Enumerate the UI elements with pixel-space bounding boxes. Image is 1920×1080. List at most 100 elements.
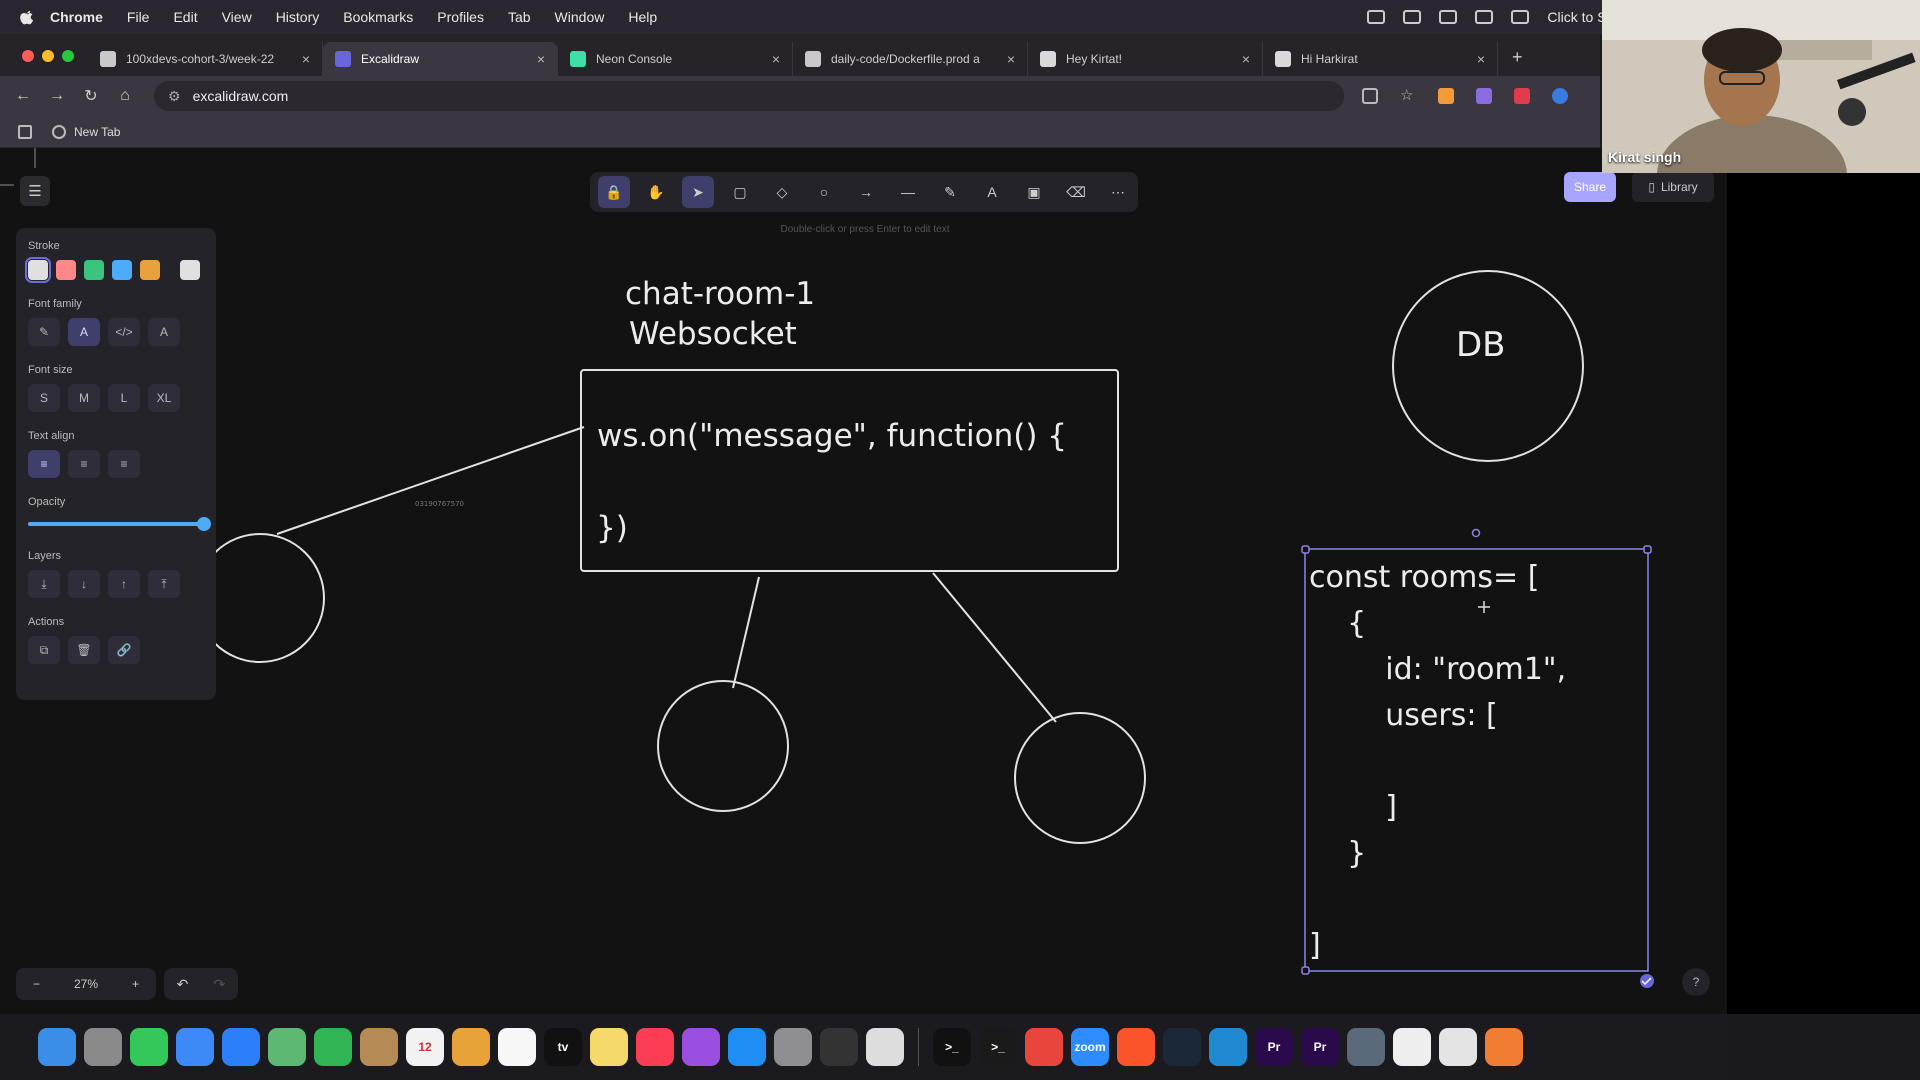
font-size-l[interactable]: L [108,384,140,412]
ws-close-brace[interactable]: }) [596,510,628,546]
white-app-dock-icon[interactable] [1439,1028,1477,1066]
db-label[interactable]: DB [1456,325,1506,365]
steam-dock-icon[interactable] [1163,1028,1201,1066]
connection-line[interactable] [276,426,585,535]
help-button[interactable]: ? [1682,968,1710,996]
vlc-dock-icon[interactable] [1393,1028,1431,1066]
terminal-dock-icon[interactable]: >_ [933,1028,971,1066]
stroke-color-swatch[interactable] [56,260,76,280]
bring-forward-icon[interactable]: ↑ [108,570,140,598]
text-tool-icon[interactable]: A [976,176,1008,208]
resize-handle[interactable] [1301,545,1310,554]
stroke-color-swatch[interactable] [84,260,104,280]
more-fonts-icon[interactable]: A [148,318,180,346]
photos-dock-icon[interactable] [452,1028,490,1066]
lock-tool-icon[interactable]: 🔒 [598,176,630,208]
resize-handle[interactable] [1643,545,1652,554]
client-circle-middle[interactable] [657,680,789,812]
activity-dock-icon[interactable] [820,1028,858,1066]
rooms-code-block[interactable]: const rooms= [ { id: "room1", users: [ ]… [1309,555,1566,969]
align-center-icon[interactable]: ≡ [68,450,100,478]
selection-tool-icon[interactable]: ➤ [682,176,714,208]
share-button[interactable]: Share [1564,172,1616,202]
font-size-xl[interactable]: XL [148,384,180,412]
duplicate-icon[interactable]: ⧉ [28,636,60,664]
premiere-2-dock-icon[interactable]: Pr [1301,1028,1339,1066]
client-circle-right[interactable] [1014,712,1146,844]
library-button[interactable]: ▯ Library [1632,172,1714,202]
font-size-m[interactable]: M [68,384,100,412]
align-right-icon[interactable]: ≡ [108,450,140,478]
terminal-2-dock-icon[interactable]: >_ [979,1028,1017,1066]
notes-brown-dock-icon[interactable] [360,1028,398,1066]
db-circle[interactable] [1392,270,1584,462]
diamond-tool-icon[interactable]: ◇ [766,176,798,208]
send-backward-icon[interactable]: ↓ [68,570,100,598]
align-left-icon[interactable]: ≡ [28,450,60,478]
bring-to-front-icon[interactable]: ⤒ [148,570,180,598]
connection-line[interactable] [932,572,1057,723]
opacity-knob[interactable] [197,517,211,531]
arrow-tool-icon[interactable]: → [850,176,882,208]
notes-dock-icon[interactable] [590,1028,628,1066]
normal-font-icon[interactable]: A [68,318,100,346]
tv-dock-icon[interactable]: tv [544,1028,582,1066]
hand-drawn-font-icon[interactable]: ✎ [28,318,60,346]
delete-icon[interactable]: 🗑 [68,636,100,664]
chrome-dock-icon[interactable] [1025,1028,1063,1066]
rectangle-tool-icon[interactable]: ▢ [724,176,756,208]
premiere-dock-icon[interactable]: Pr [1255,1028,1293,1066]
websocket-box[interactable] [580,369,1119,572]
main-menu-button[interactable]: ☰ [20,176,50,206]
app-store-dock-icon[interactable] [728,1028,766,1066]
zoom-in-button[interactable]: + [132,977,139,991]
finder-dock-icon[interactable] [38,1028,76,1066]
zoom-dock-icon[interactable]: zoom [1071,1028,1109,1066]
websocket-title[interactable]: Websocket [629,316,797,352]
stroke-color-swatch[interactable] [180,260,200,280]
stroke-color-swatch[interactable] [25,257,51,283]
zoom-out-button[interactable]: − [33,977,40,991]
resize-handle[interactable] [1301,966,1310,975]
font-size-s[interactable]: S [28,384,60,412]
facetime-dock-icon[interactable] [314,1028,352,1066]
podcasts-dock-icon[interactable] [682,1028,720,1066]
undo-icon[interactable]: ↶ [177,976,189,993]
mail-dock-icon[interactable] [176,1028,214,1066]
image-tool-icon[interactable]: ▣ [1018,176,1050,208]
chat-room-title[interactable]: chat-room-1 [625,276,815,312]
zoom-level[interactable]: 27% [74,977,98,991]
code-font-icon[interactable]: </> [108,318,140,346]
launchpad-dock-icon[interactable] [84,1028,122,1066]
rotate-handle[interactable] [1471,528,1481,538]
layers-options: ⤓ ↓ ↑ ⤒ [28,570,204,598]
opacity-fill [28,522,204,526]
orange-app-dock-icon[interactable] [1485,1028,1523,1066]
preview-dock-icon[interactable] [866,1028,904,1066]
ellipse-tool-icon[interactable]: ○ [808,176,840,208]
link-icon[interactable]: 🔗 [108,636,140,664]
opacity-slider[interactable] [28,516,211,532]
maps-dock-icon[interactable] [268,1028,306,1066]
vscode-dock-icon[interactable] [1209,1028,1247,1066]
hand-tool-icon[interactable]: ✋ [640,176,672,208]
brave-dock-icon[interactable] [1117,1028,1155,1066]
send-to-back-icon[interactable]: ⤓ [28,570,60,598]
ws-on-message-code[interactable]: ws.on("message", function() { [597,418,1067,454]
quicktime-dock-icon[interactable] [1347,1028,1385,1066]
eraser-tool-icon[interactable]: ⌫ [1060,176,1092,208]
draw-tool-icon[interactable]: ✎ [934,176,966,208]
settings-dock-icon[interactable] [774,1028,812,1066]
connection-line[interactable] [732,576,760,689]
line-tool-icon[interactable]: — [892,176,924,208]
stroke-color-swatch[interactable] [112,260,132,280]
safari-dock-icon[interactable] [222,1028,260,1066]
messages-dock-icon[interactable] [130,1028,168,1066]
more-tools-icon[interactable]: ⋯ [1102,176,1134,208]
redo-icon[interactable]: ↷ [214,976,226,993]
reminders-dock-icon[interactable] [498,1028,536,1066]
rooms-code-line: const rooms= [ [1309,560,1540,595]
calendar-dock-icon[interactable]: 12 [406,1028,444,1066]
stroke-color-swatch[interactable] [140,260,160,280]
music-dock-icon[interactable] [636,1028,674,1066]
